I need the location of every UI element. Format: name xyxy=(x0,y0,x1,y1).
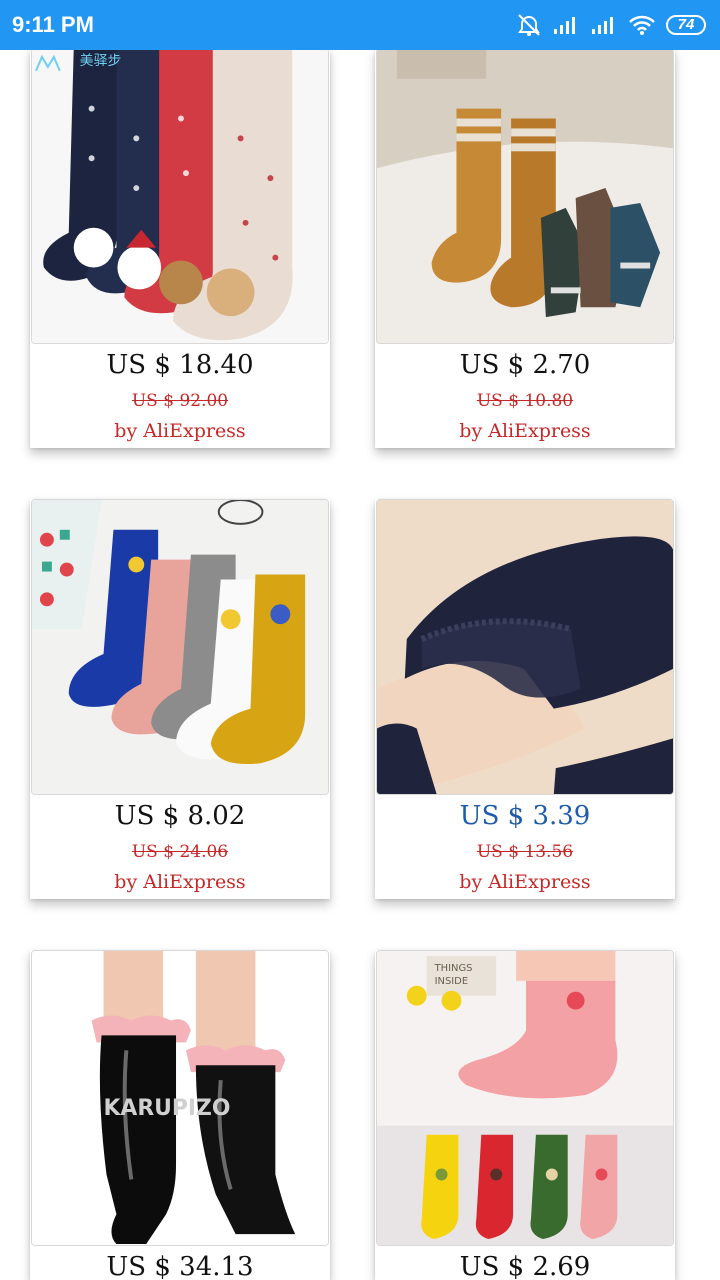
signal-icon xyxy=(552,14,580,36)
signal-icon xyxy=(590,14,618,36)
christmas-socks-image[interactable]: 美驿步 xyxy=(31,48,329,344)
product-card[interactable]: US $ 8.02 US $ 24.06 by AliExpress xyxy=(30,499,330,899)
product-price: US $ 8.02 xyxy=(114,801,246,831)
logo-watermark-text: 美驿步 xyxy=(80,53,122,69)
product-old-price: US $ 92.00 xyxy=(131,391,229,411)
product-card[interactable]: 美驿步 US $ 18.40 US $ 92.00 by AliExpress xyxy=(30,48,330,448)
black-ruffle-socks-image[interactable]: KARUPIZO xyxy=(31,950,329,1246)
product-price: US $ 2.70 xyxy=(459,350,591,380)
wifi-icon xyxy=(628,14,656,36)
product-price: US $ 3.39 xyxy=(459,801,591,831)
product-card[interactable]: THINGS INSIDE US $ 2.69 xyxy=(375,950,675,1280)
product-card[interactable]: KARUPIZO US $ 34.13 xyxy=(30,950,330,1280)
product-seller: by AliExpress xyxy=(459,871,591,893)
product-seller: by AliExpress xyxy=(459,420,591,442)
product-grid: 美驿步 US $ 18.40 US $ 92.00 by AliExpress xyxy=(0,0,720,1280)
product-old-price: US $ 10.80 xyxy=(476,391,574,411)
product-price: US $ 18.40 xyxy=(106,350,254,380)
product-seller: by AliExpress xyxy=(114,420,246,442)
status-icons: 74 xyxy=(516,0,706,50)
product-price: US $ 34.13 xyxy=(106,1252,254,1280)
product-old-price: US $ 13.56 xyxy=(476,842,574,862)
product-seller: by AliExpress xyxy=(114,871,246,893)
product-old-price: US $ 24.06 xyxy=(131,842,229,862)
status-bar: 9:11 PM 74 xyxy=(0,0,720,50)
alarm-off-icon xyxy=(516,13,542,37)
colorful-socks-image[interactable] xyxy=(31,499,329,795)
product-card[interactable]: US $ 2.70 US $ 10.80 by AliExpress xyxy=(375,48,675,448)
sign-text: THINGS INSIDE xyxy=(434,963,473,987)
pink-fruit-socks-image[interactable]: THINGS INSIDE xyxy=(376,950,674,1246)
watermark-text: KARUPIZO xyxy=(104,1096,231,1121)
product-card[interactable]: US $ 3.39 US $ 13.56 by AliExpress xyxy=(375,499,675,899)
status-time: 9:11 PM xyxy=(12,12,94,37)
wool-socks-image[interactable] xyxy=(376,48,674,344)
lace-stockings-image[interactable] xyxy=(376,499,674,795)
product-price: US $ 2.69 xyxy=(459,1252,591,1280)
battery-icon: 74 xyxy=(666,15,706,35)
